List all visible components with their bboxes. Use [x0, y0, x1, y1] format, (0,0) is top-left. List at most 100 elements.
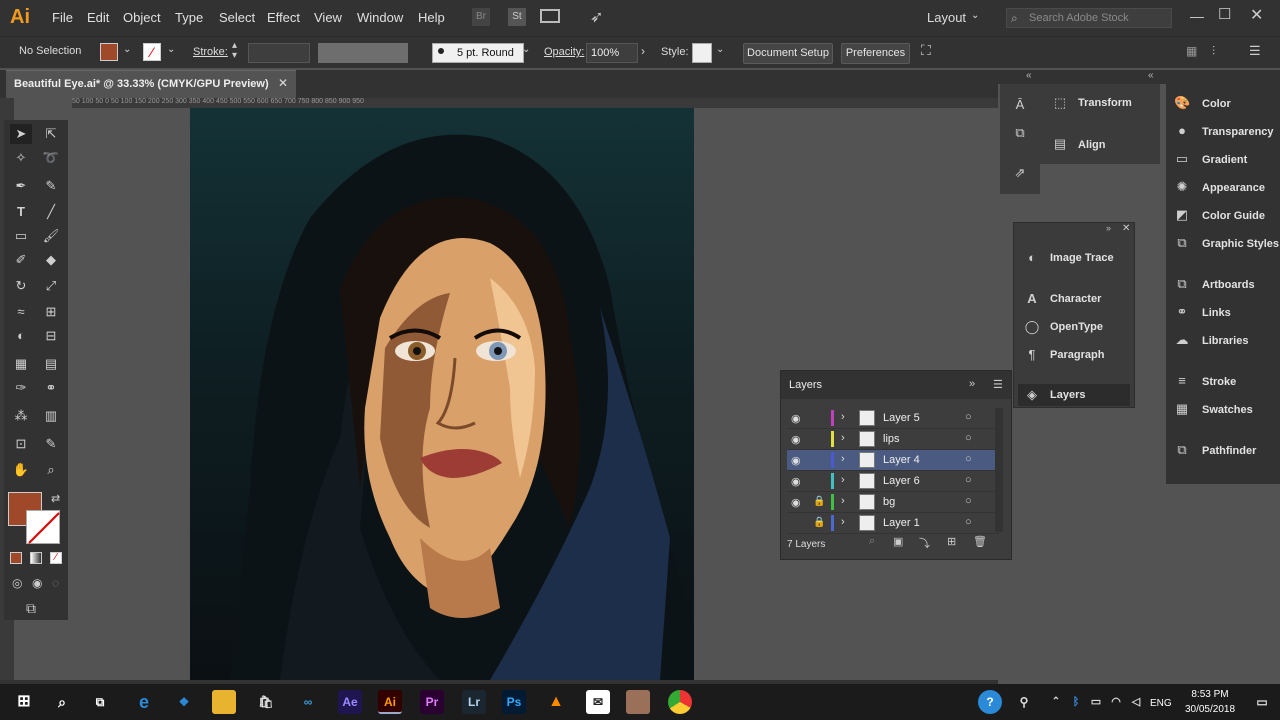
opacity-field[interactable]: 100%	[586, 43, 638, 63]
links-icon[interactable]: ⚭	[1174, 305, 1190, 319]
graphic-styles-icon[interactable]: ⧉	[1174, 236, 1190, 250]
color-mode-icon[interactable]	[10, 552, 22, 564]
after-effects-icon[interactable]: Ae	[338, 690, 362, 714]
panel-transparency[interactable]: Transparency	[1202, 126, 1274, 138]
line-tool-icon[interactable]: ╱	[40, 202, 62, 222]
chevron-down-icon[interactable]: ⌄	[971, 10, 979, 21]
panel-libraries[interactable]: Libraries	[1202, 335, 1248, 347]
stroke-icon[interactable]: ≡	[1174, 374, 1190, 388]
chevron-right-icon[interactable]: ›	[841, 453, 845, 465]
notifications-icon[interactable]: ▭	[1250, 690, 1274, 714]
transform-panel-icon[interactable]: ⧉	[1012, 126, 1028, 140]
target-circle-icon[interactable]: ○	[965, 495, 972, 507]
panel-character[interactable]: Character	[1050, 293, 1101, 305]
people-icon[interactable]: ⚲	[1012, 690, 1036, 714]
chrome-icon[interactable]	[668, 690, 692, 714]
infinity-app-icon[interactable]: ∞	[296, 690, 320, 714]
menu-object[interactable]: Object	[123, 10, 161, 25]
panel-image-trace[interactable]: Image Trace	[1050, 252, 1114, 264]
new-sublayer-icon[interactable]: ⤵	[919, 535, 930, 551]
panel-stroke[interactable]: Stroke	[1202, 376, 1236, 388]
expand-panels-icon[interactable]: »	[969, 378, 975, 390]
expand-panels-icon[interactable]: »	[1106, 223, 1111, 233]
language-indicator[interactable]: ENG	[1150, 698, 1172, 709]
stroke-swatch[interactable]: ⁄	[143, 43, 161, 61]
lightroom-icon[interactable]: Lr	[462, 690, 486, 714]
vlc-icon[interactable]: ▲	[544, 690, 568, 714]
type-tool-panel-icon[interactable]: Ā	[1012, 98, 1028, 112]
artboards-icon[interactable]: ⧉	[1174, 277, 1190, 291]
menu-type[interactable]: Type	[175, 10, 203, 25]
layer-row[interactable]: ◉ › Layer 4 ○	[787, 450, 999, 471]
stroke-label[interactable]: Stroke:	[193, 46, 228, 58]
layer-name[interactable]: bg	[883, 496, 895, 508]
width-tool-icon[interactable]: ≈	[10, 302, 32, 322]
live-paint-tool-icon[interactable]: ⊟	[40, 326, 62, 346]
layer-name[interactable]: Layer 5	[883, 412, 920, 424]
artboard-tool-icon[interactable]: ⊡	[10, 434, 32, 454]
symbol-sprayer-tool-icon[interactable]: ⁂	[10, 406, 32, 426]
chevron-right-icon[interactable]: ›	[841, 516, 845, 528]
search-icon[interactable]: ⌕	[50, 690, 74, 714]
hand-tool-icon[interactable]: ✋	[10, 460, 32, 480]
clock-time[interactable]: 8:53 PM	[1186, 689, 1234, 700]
color-icon[interactable]: 🎨	[1174, 96, 1190, 110]
align-options-icon[interactable]: ⫶	[1212, 44, 1215, 59]
layer-row[interactable]: ◉ 🔒 › bg ○	[787, 492, 999, 513]
photo-thumbnail-icon[interactable]	[626, 690, 650, 714]
appearance-icon[interactable]: ✺	[1174, 180, 1190, 194]
paragraph-icon[interactable]: ¶	[1024, 348, 1040, 362]
premiere-icon[interactable]: Pr	[420, 690, 444, 714]
task-view-icon[interactable]: ⧉	[88, 690, 112, 714]
eye-icon[interactable]: ◉	[791, 412, 801, 425]
delete-layer-icon[interactable]: 🗑	[973, 535, 987, 548]
layer-row[interactable]: ◉ › lips ○	[787, 429, 999, 450]
variable-width-profile[interactable]	[318, 43, 408, 63]
gradient-icon[interactable]: ▭	[1174, 152, 1190, 166]
scale-tool-icon[interactable]: ⤢	[40, 276, 62, 296]
gpu-performance-icon[interactable]: ➶	[590, 7, 603, 27]
panel-swatches[interactable]: Swatches	[1202, 404, 1253, 416]
layer-row[interactable]: 🔒 › Layer 1 ○	[787, 513, 999, 534]
draw-normal-icon[interactable]: ◎	[12, 576, 22, 590]
layers-scrollbar[interactable]	[995, 408, 1003, 532]
layer-name[interactable]: Layer 4	[883, 454, 920, 466]
chevron-down-icon[interactable]: ⌄	[716, 44, 724, 55]
chevron-down-icon[interactable]: ⌄	[167, 44, 175, 55]
artboard-illustration[interactable]	[190, 108, 694, 680]
stock-icon[interactable]: St	[508, 8, 526, 26]
document-setup-button[interactable]: Document Setup	[743, 43, 833, 64]
help-icon[interactable]: ?	[978, 690, 1002, 714]
menu-select[interactable]: Select	[219, 10, 255, 25]
stroke-weight-field[interactable]	[248, 43, 310, 63]
target-circle-icon[interactable]: ○	[965, 411, 972, 423]
chevron-down-icon[interactable]: ⌄	[522, 44, 530, 55]
align-icon[interactable]: ▤	[1052, 137, 1068, 151]
menu-edit[interactable]: Edit	[87, 10, 109, 25]
panel-layers-tab[interactable]: ◈ Layers	[1018, 384, 1130, 406]
volume-icon[interactable]: ◁	[1124, 690, 1148, 714]
paintbrush-tool-icon[interactable]: 🖌	[40, 226, 62, 246]
illustrator-icon[interactable]: Ai	[378, 690, 402, 714]
opacity-label[interactable]: Opacity:	[544, 46, 584, 58]
color-guide-icon[interactable]: ◩	[1174, 208, 1190, 222]
file-explorer-icon[interactable]	[212, 690, 236, 714]
target-circle-icon[interactable]: ○	[965, 516, 972, 528]
gradient-tool-icon[interactable]: ▤	[40, 354, 62, 374]
rectangle-tool-icon[interactable]: ▭	[10, 226, 32, 246]
menu-file[interactable]: File	[52, 10, 73, 25]
align-icon[interactable]: ▦	[1186, 44, 1197, 58]
panel-appearance[interactable]: Appearance	[1202, 182, 1265, 194]
transform-icon[interactable]: ⬚	[1052, 96, 1068, 110]
collapse-panels-icon[interactable]: «	[1148, 70, 1154, 81]
menu-window[interactable]: Window	[357, 10, 403, 25]
rotate-tool-icon[interactable]: ↻	[10, 276, 32, 296]
panel-graphic-styles[interactable]: Graphic Styles	[1202, 238, 1279, 250]
chevron-right-icon[interactable]: ›	[641, 44, 645, 58]
windows-start-icon[interactable]: ⊞	[12, 690, 36, 714]
clipping-mask-icon[interactable]: ▣	[893, 535, 903, 548]
blend-tool-icon[interactable]: ⚭	[40, 378, 62, 398]
style-swatch[interactable]	[692, 43, 712, 63]
curvature-tool-icon[interactable]: ✎	[40, 176, 62, 196]
chevron-right-icon[interactable]: ›	[841, 432, 845, 444]
